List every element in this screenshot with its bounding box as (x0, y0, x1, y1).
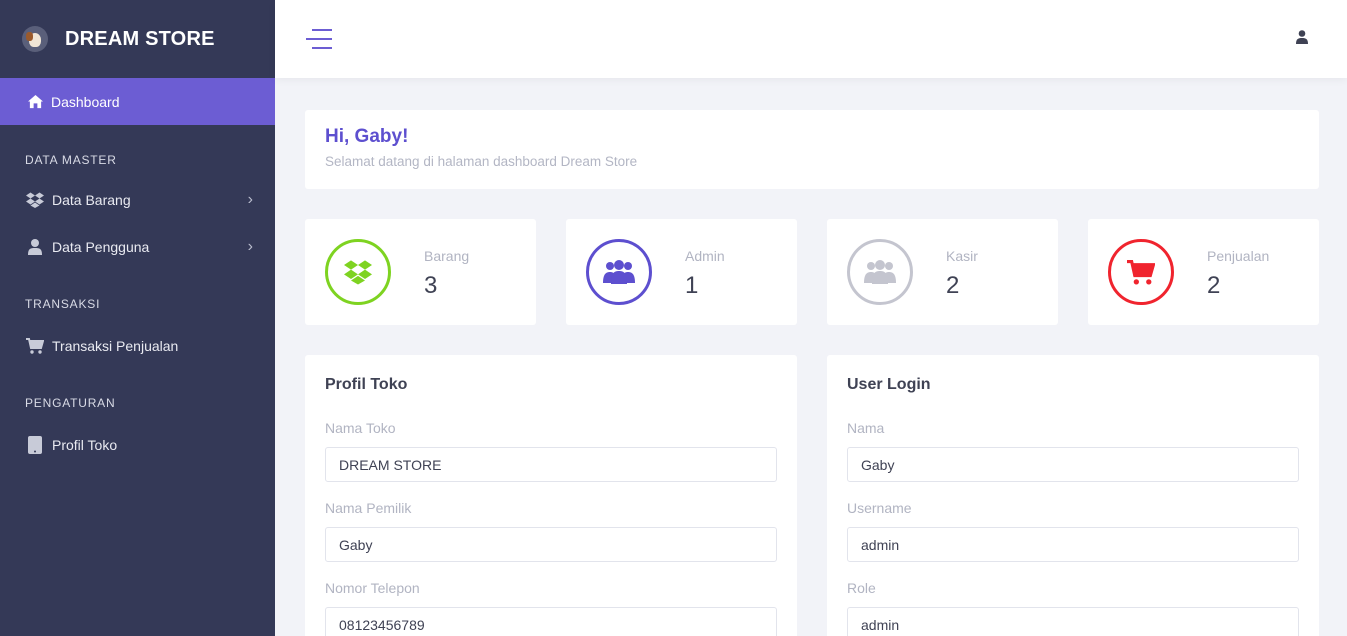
field-label: Nama Toko (325, 420, 396, 436)
stat-card-barang: Barang 3 (305, 219, 536, 325)
store-logo-icon (22, 26, 48, 52)
field-label: Role (847, 580, 876, 596)
sidebar: DREAM STORE Dashboard DATA MASTER Data B… (0, 0, 275, 636)
nav-section-pengaturan: PENGATURAN (25, 396, 116, 410)
panel-title: Profil Toko (325, 376, 408, 393)
stat-value: 2 (1207, 272, 1221, 299)
sidebar-item-label: Data Pengguna (52, 238, 150, 255)
welcome-subtitle: Selamat datang di halaman dashboard Drea… (325, 154, 638, 169)
stat-card-admin: Admin 1 (566, 219, 797, 325)
nomor-telepon-field[interactable]: 08123456789 (325, 607, 777, 636)
nama-field[interactable]: Gaby (847, 447, 1299, 482)
stat-value: 1 (685, 272, 699, 299)
field-label: Nama (847, 420, 885, 436)
stat-card-kasir: Kasir 2 (827, 219, 1058, 325)
cart-icon (26, 337, 44, 354)
stat-value: 3 (424, 272, 438, 299)
role-field[interactable]: admin (847, 607, 1299, 636)
nama-toko-field[interactable]: DREAM STORE (325, 447, 777, 482)
profil-toko-panel: Profil Toko Nama Toko DREAM STORE Nama P… (305, 355, 797, 636)
stat-card-penjualan: Penjualan 2 (1088, 219, 1319, 325)
nama-pemilik-field[interactable]: Gaby (325, 527, 777, 562)
welcome-greeting: Hi, Gaby! (325, 126, 409, 147)
users-icon (847, 239, 913, 305)
user-icon (26, 238, 44, 255)
sidebar-item-data-barang[interactable]: Data Barang › (0, 176, 275, 223)
app-title: DREAM STORE (65, 27, 215, 50)
home-icon (28, 94, 43, 109)
sidebar-item-label: Dashboard (51, 93, 120, 110)
sidebar-item-data-pengguna[interactable]: Data Pengguna › (0, 223, 275, 270)
dropbox-icon (26, 192, 44, 208)
user-login-panel: User Login Nama Gaby Username admin Role… (827, 355, 1319, 636)
stat-value: 2 (946, 272, 960, 299)
brand[interactable]: DREAM STORE (0, 0, 275, 78)
field-label: Nama Pemilik (325, 500, 412, 516)
field-label: Nomor Telepon (325, 580, 420, 596)
users-icon (586, 239, 652, 305)
sidebar-item-label: Profil Toko (52, 436, 118, 453)
sidebar-item-label: Data Barang (52, 191, 131, 208)
user-account-icon[interactable] (1295, 30, 1309, 44)
chevron-right-icon: › (247, 190, 253, 208)
stat-label: Admin (685, 248, 725, 264)
stat-label: Kasir (946, 248, 978, 264)
stat-label: Penjualan (1207, 248, 1270, 264)
tablet-icon (26, 435, 44, 454)
username-field[interactable]: admin (847, 527, 1299, 562)
welcome-card: Hi, Gaby! Selamat datang di halaman dash… (305, 110, 1319, 189)
sidebar-item-dashboard[interactable]: Dashboard (0, 78, 275, 125)
chevron-right-icon: › (247, 237, 253, 255)
cart-icon (1108, 239, 1174, 305)
sidebar-item-label: Transaksi Penjualan (52, 337, 179, 354)
menu-toggle-icon[interactable] (306, 29, 332, 49)
nav-section-data-master: DATA MASTER (25, 153, 117, 167)
topbar (275, 0, 1347, 78)
stat-label: Barang (424, 248, 470, 264)
sidebar-item-profil-toko[interactable]: Profil Toko (0, 421, 275, 468)
nav-section-transaksi: TRANSAKSI (25, 297, 101, 311)
panel-title: User Login (847, 376, 931, 393)
dropbox-icon (325, 239, 391, 305)
field-label: Username (847, 500, 912, 516)
sidebar-item-transaksi-penjualan[interactable]: Transaksi Penjualan (0, 322, 275, 369)
